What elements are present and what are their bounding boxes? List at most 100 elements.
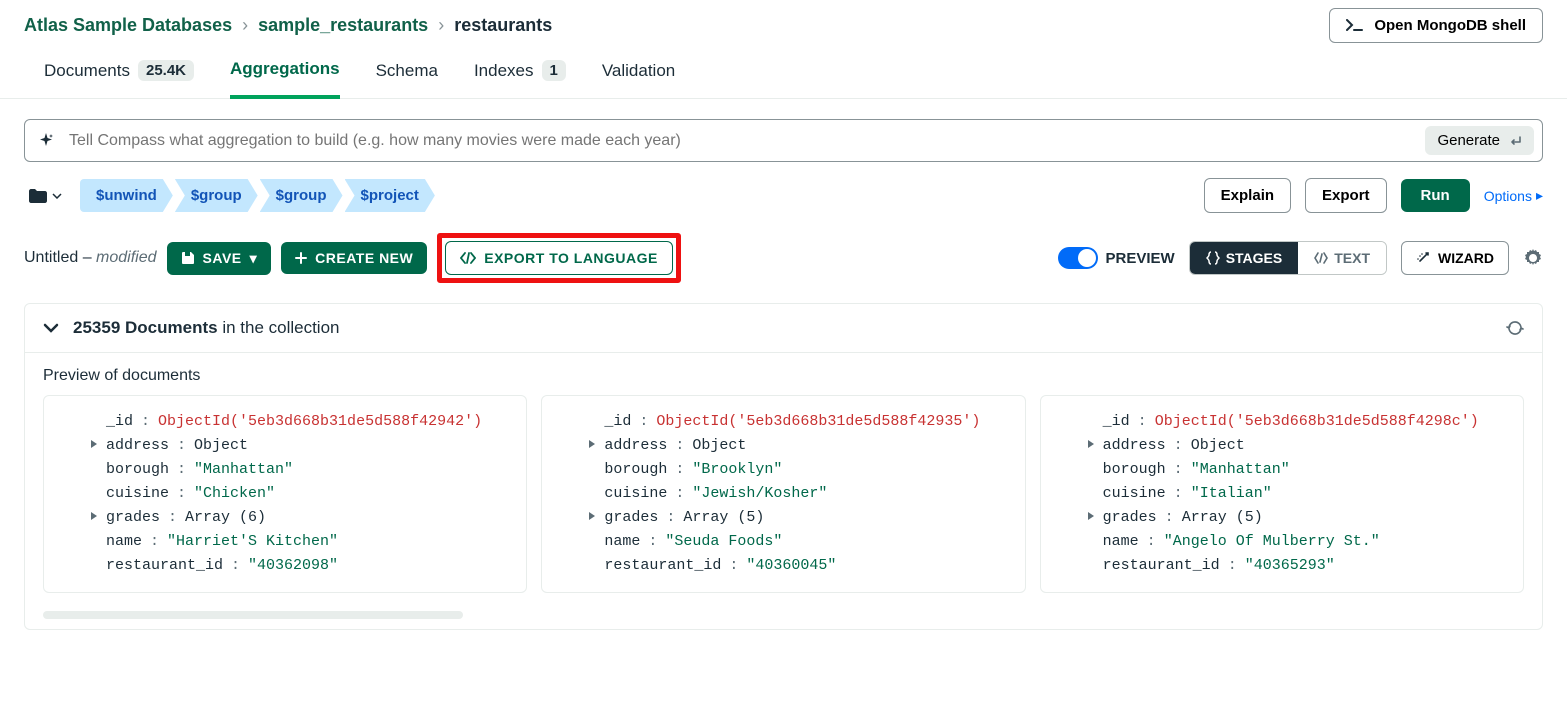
- tab-documents-badge: 25.4K: [138, 60, 194, 81]
- doc-key: cuisine: [604, 482, 667, 506]
- refresh-button[interactable]: [1506, 319, 1524, 337]
- collapse-caret[interactable]: [43, 323, 59, 333]
- folder-icon: [28, 188, 48, 204]
- colon: :: [177, 434, 186, 458]
- doc-key: grades: [106, 506, 160, 530]
- ai-input[interactable]: [67, 131, 1413, 151]
- run-button[interactable]: Run: [1401, 179, 1470, 212]
- expand-caret[interactable]: [1087, 511, 1099, 521]
- doc-field: cuisine : "Jewish/Kosher": [588, 482, 1006, 506]
- preview-toggle[interactable]: [1058, 247, 1098, 269]
- doc-key: restaurant_id: [604, 554, 721, 578]
- doc-value: Array (6): [185, 506, 266, 530]
- expand-caret[interactable]: [588, 511, 600, 521]
- expand-caret[interactable]: [588, 439, 600, 449]
- colon: :: [729, 554, 738, 578]
- stage-chip-1[interactable]: $group: [175, 179, 258, 212]
- doc-value: ObjectId('5eb3d668b31de5d588f4298c'): [1155, 410, 1479, 434]
- doc-card: _id : ObjectId('5eb3d668b31de5d588f42942…: [43, 395, 527, 593]
- sparkle-icon: [37, 132, 55, 150]
- save-icon: [181, 251, 195, 265]
- colon: :: [675, 482, 684, 506]
- doc-value: "40360045": [746, 554, 836, 578]
- open-shell-label: Open MongoDB shell: [1374, 17, 1526, 34]
- code-icon: [460, 252, 476, 264]
- horizontal-scrollbar[interactable]: [43, 611, 463, 619]
- generate-button[interactable]: Generate: [1425, 126, 1534, 155]
- doc-key: borough: [1103, 458, 1166, 482]
- doc-value: Object: [194, 434, 248, 458]
- doc-key: address: [1103, 434, 1166, 458]
- doc-key: _id: [604, 410, 631, 434]
- settings-gear[interactable]: [1523, 248, 1543, 268]
- doc-value: Array (5): [683, 506, 764, 530]
- colon: :: [1165, 506, 1174, 530]
- doc-field: grades : Array (6): [90, 506, 508, 530]
- doc-field: _id : ObjectId('5eb3d668b31de5d588f42942…: [90, 410, 508, 434]
- doc-value: "Brooklyn": [692, 458, 782, 482]
- breadcrumb: Atlas Sample Databases › sample_restaura…: [24, 15, 552, 36]
- doc-field: name : "Harriet'S Kitchen": [90, 530, 508, 554]
- tab-label: Indexes: [474, 61, 534, 81]
- caret-down-icon: [52, 193, 62, 199]
- doc-field: cuisine : "Chicken": [90, 482, 508, 506]
- breadcrumb-item-2[interactable]: restaurants: [454, 15, 552, 36]
- modified-label: modified: [96, 249, 156, 266]
- doc-key: name: [1103, 530, 1139, 554]
- expand-caret[interactable]: [90, 511, 102, 521]
- caret-down-icon: ▾: [250, 250, 258, 267]
- tab-validation[interactable]: Validation: [602, 59, 675, 98]
- export-to-language-button[interactable]: EXPORT TO LANGUAGE: [445, 241, 673, 275]
- save-button[interactable]: SAVE ▾: [167, 242, 272, 275]
- seg-stages[interactable]: STAGES: [1190, 242, 1299, 274]
- expand-caret[interactable]: [90, 439, 102, 449]
- tab-label: Schema: [376, 61, 438, 81]
- seg-text[interactable]: TEXT: [1298, 242, 1386, 274]
- tab-schema[interactable]: Schema: [376, 59, 438, 98]
- wand-icon: [1416, 251, 1430, 265]
- breadcrumb-item-0[interactable]: Atlas Sample Databases: [24, 15, 232, 36]
- tab-documents[interactable]: Documents 25.4K: [44, 59, 194, 98]
- doc-key: borough: [106, 458, 169, 482]
- plus-icon: [295, 252, 307, 264]
- tab-indexes[interactable]: Indexes 1: [474, 59, 566, 98]
- colon: :: [177, 458, 186, 482]
- wizard-label: WIZARD: [1438, 250, 1494, 266]
- caret-right-icon: ▸: [1536, 187, 1543, 204]
- wizard-button[interactable]: WIZARD: [1401, 241, 1509, 275]
- breadcrumb-item-1[interactable]: sample_restaurants: [258, 15, 428, 36]
- stage-chip-3[interactable]: $project: [345, 179, 435, 212]
- doc-field: borough : "Manhattan": [1087, 458, 1505, 482]
- chevron-right-icon: ›: [438, 15, 444, 36]
- colon: :: [675, 434, 684, 458]
- create-new-button[interactable]: CREATE NEW: [281, 242, 427, 274]
- colon: :: [150, 530, 159, 554]
- explain-button[interactable]: Explain: [1204, 178, 1291, 213]
- doc-key: address: [604, 434, 667, 458]
- code-icon: [1314, 252, 1328, 264]
- colon: :: [231, 554, 240, 578]
- doc-cards: _id : ObjectId('5eb3d668b31de5d588f42942…: [25, 395, 1542, 611]
- doc-field: _id : ObjectId('5eb3d668b31de5d588f42935…: [588, 410, 1006, 434]
- doc-value: "Manhattan": [1191, 458, 1290, 482]
- doc-suffix: in the collection: [222, 318, 339, 337]
- doc-key: grades: [604, 506, 658, 530]
- colon: :: [1174, 458, 1183, 482]
- folder-dropdown[interactable]: [24, 184, 66, 208]
- stage-chip-2[interactable]: $group: [260, 179, 343, 212]
- stage-chip-0[interactable]: $unwind: [80, 179, 173, 212]
- generate-label: Generate: [1437, 132, 1500, 149]
- preview-toggle-label: PREVIEW: [1106, 250, 1175, 267]
- doc-card: _id : ObjectId('5eb3d668b31de5d588f4298c…: [1040, 395, 1524, 593]
- doc-key: cuisine: [106, 482, 169, 506]
- doc-value: "40362098": [248, 554, 338, 578]
- doc-field: name : "Seuda Foods": [588, 530, 1006, 554]
- doc-key: _id: [106, 410, 133, 434]
- doc-field: address : Object: [90, 434, 508, 458]
- tab-aggregations[interactable]: Aggregations: [230, 59, 340, 99]
- options-dropdown[interactable]: Options ▸: [1484, 187, 1543, 204]
- export-button[interactable]: Export: [1305, 178, 1387, 213]
- expand-caret[interactable]: [1087, 439, 1099, 449]
- colon: :: [141, 410, 150, 434]
- open-shell-button[interactable]: Open MongoDB shell: [1329, 8, 1543, 43]
